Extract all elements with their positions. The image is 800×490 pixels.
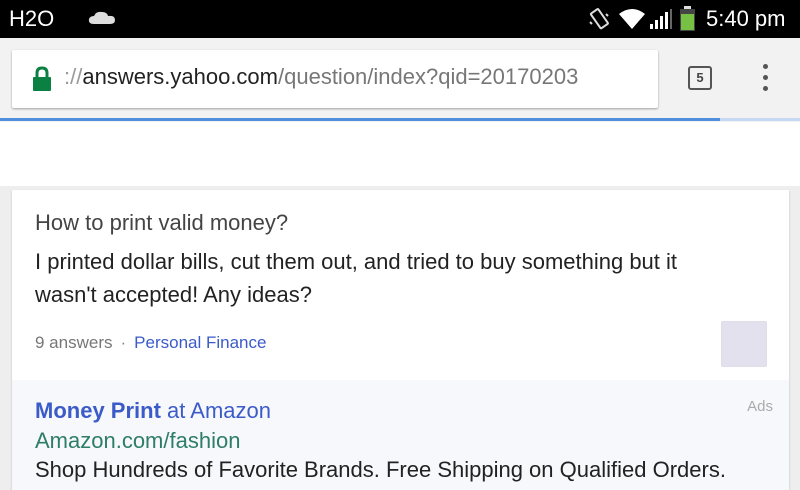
question-thumbnail[interactable] [721, 321, 767, 367]
ad-title-suffix: at Amazon [160, 398, 271, 423]
vibrate-icon [589, 8, 609, 30]
ads-label: Ads [747, 398, 773, 415]
status-bar: H2O 5:40 pm [0, 0, 800, 38]
url-scheme: :// [64, 64, 83, 89]
cloud-icon [88, 11, 115, 24]
page-load-progress-fill [0, 118, 720, 121]
question-card: How to print valid money? I printed doll… [12, 190, 789, 490]
url-path: /question/index?qid=20170203 [278, 64, 579, 89]
ad-title-keyword: Money Print [35, 398, 161, 423]
browser-toolbar: ://answers.yahoo.com/question/index?qid=… [0, 38, 800, 122]
url-text[interactable]: ://answers.yahoo.com/question/index?qid=… [64, 64, 578, 90]
signal-icon [650, 9, 672, 29]
menu-dot [762, 86, 768, 91]
carrier-name: H2O [9, 6, 55, 31]
address-bar[interactable]: ://answers.yahoo.com/question/index?qid=… [12, 50, 658, 108]
clock: 5:40 pm [706, 6, 786, 31]
wifi-icon [619, 9, 645, 29]
question-title[interactable]: How to print valid money? [35, 210, 288, 236]
page-header-area [0, 122, 800, 186]
sponsored-ad[interactable]: Ads Money Print at Amazon Amazon.com/fas… [12, 380, 789, 490]
page-load-progress [0, 118, 800, 121]
battery-icon [680, 6, 695, 31]
menu-dot [762, 64, 768, 69]
meta-separator: · [120, 333, 127, 352]
ad-title[interactable]: Money Print at Amazon [35, 398, 271, 424]
lock-icon[interactable] [32, 66, 52, 92]
answer-count[interactable]: 9 answers [35, 333, 112, 352]
ad-description: Shop Hundreds of Favorite Brands. Free S… [35, 457, 726, 482]
question-body: I printed dollar bills, cut them out, an… [35, 249, 678, 307]
ad-display-url[interactable]: Amazon.com/fashion [35, 428, 240, 454]
menu-dot [762, 75, 768, 80]
category-link[interactable]: Personal Finance [134, 333, 266, 352]
tab-switcher-button[interactable]: 5 [688, 66, 712, 90]
overflow-menu-button[interactable] [756, 64, 774, 94]
url-host: answers.yahoo.com [82, 64, 278, 89]
question-meta: 9 answers · Personal Finance [35, 333, 266, 353]
